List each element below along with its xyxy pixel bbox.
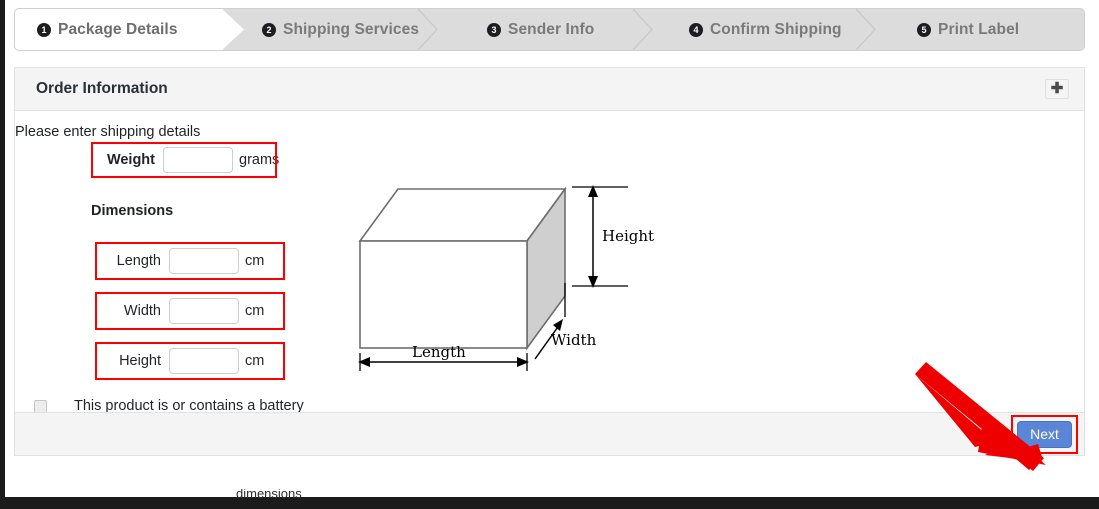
width-label: Width (123, 303, 161, 319)
step-tab-sender-info[interactable]: 3 Sender Info (465, 9, 594, 50)
step-label: Print Label (938, 20, 1020, 38)
next-button[interactable]: Next (1017, 421, 1072, 448)
wizard-step-bar: 1 Package Details 2 Shipping Services 3 … (14, 8, 1085, 51)
step-number-badge: 1 (37, 22, 51, 37)
width-field-row: Width cm (107, 294, 264, 328)
diagram-width-label: Width (551, 331, 597, 349)
step-separator-3 (632, 9, 653, 50)
card-header: Order Information ✚ (15, 68, 1084, 111)
step-number-badge: 2 (262, 22, 276, 37)
step-number-badge: 5 (917, 22, 931, 37)
card-body: Please enter shipping details Weight gra… (15, 111, 1084, 455)
battery-checkbox[interactable] (34, 399, 47, 413)
dimensions-heading: Dimensions (91, 203, 174, 219)
weight-input[interactable] (163, 147, 233, 173)
height-label: Height (119, 353, 161, 369)
clipped-bottom-text: dimensions (236, 489, 302, 498)
width-unit: cm (245, 303, 265, 319)
length-input[interactable] (169, 248, 239, 274)
page-root: 1 Package Details 2 Shipping Services 3 … (0, 0, 1099, 509)
intro-text: Please enter shipping details (15, 124, 201, 140)
length-field-row: Length cm (107, 244, 264, 278)
order-information-card: Order Information ✚ Please enter shippin… (14, 67, 1085, 456)
step-tab-print-label[interactable]: 5 Print Label (895, 9, 1019, 50)
step-tab-package-details[interactable]: 1 Package Details (15, 9, 223, 50)
step-number-badge: 3 (487, 22, 501, 37)
plus-glyph: ✚ (1050, 80, 1064, 97)
diagram-length-label: Length (412, 343, 466, 361)
height-unit: cm (245, 353, 265, 369)
step-label: Confirm Shipping (710, 20, 842, 38)
plus-icon[interactable]: ✚ (1045, 79, 1069, 99)
card-footer: Next (15, 412, 1084, 455)
package-dimensions-diagram: Height Length Width (350, 171, 660, 371)
weight-field-row: Weight grams (101, 143, 279, 177)
page-title: Order Information (36, 80, 168, 97)
weight-unit: grams (239, 152, 280, 168)
height-input[interactable] (169, 348, 239, 374)
step-number-badge: 4 (689, 22, 703, 37)
diagram-height-label: Height (602, 227, 654, 245)
step-tab-shipping-services[interactable]: 2 Shipping Services (240, 9, 419, 50)
length-unit: cm (245, 253, 265, 269)
step-label: Package Details (58, 20, 178, 38)
window-left-edge (0, 0, 5, 509)
length-label: Length (116, 253, 161, 269)
step-separator-4 (855, 9, 876, 50)
window-bottom-edge (0, 497, 1099, 509)
height-field-row: Height cm (107, 344, 264, 378)
step-tab-confirm-shipping[interactable]: 4 Confirm Shipping (667, 9, 842, 50)
weight-label: Weight (106, 152, 155, 168)
step-label: Shipping Services (283, 20, 420, 38)
step-separator-2 (417, 9, 438, 50)
width-input[interactable] (169, 298, 239, 324)
step-label: Sender Info (508, 20, 595, 38)
